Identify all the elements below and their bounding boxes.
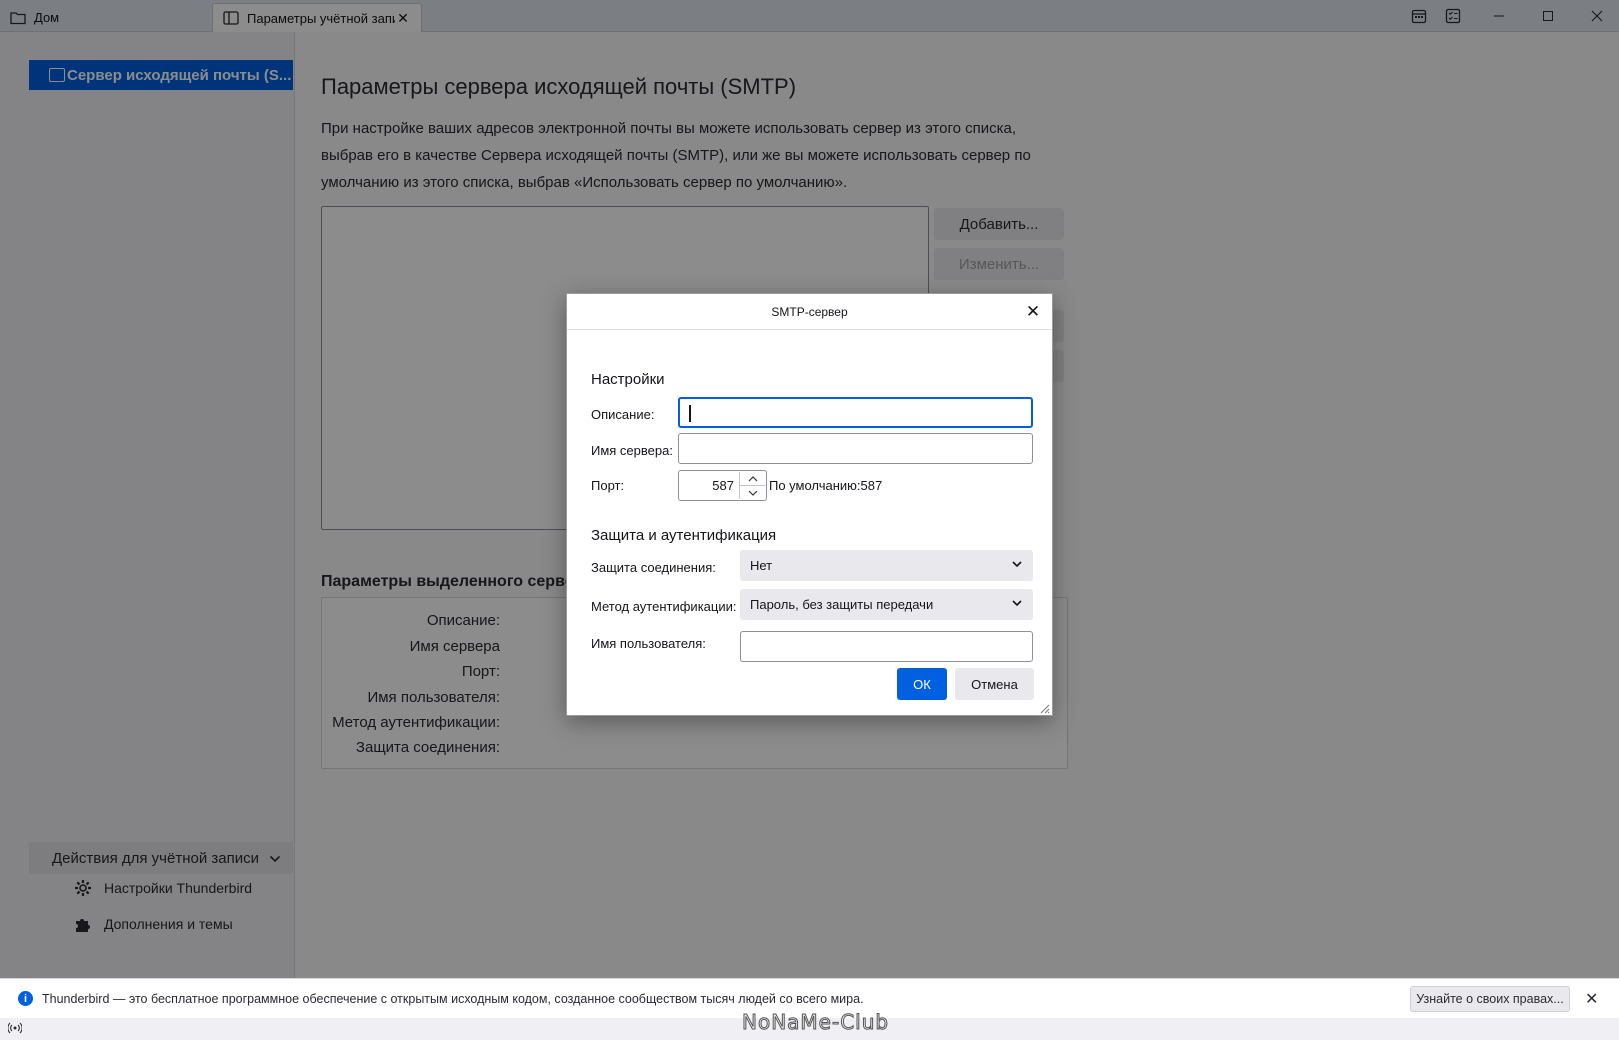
port-label: Порт: — [591, 478, 625, 493]
auth-method-select[interactable]: Пароль, без защиты передачи — [740, 589, 1033, 620]
default-port-text: По умолчанию:587 — [769, 478, 883, 493]
connection-security-label: Защита соединения: — [591, 560, 716, 575]
security-heading: Защита и аутентификация — [591, 527, 777, 544]
port-spin-buttons[interactable] — [739, 472, 765, 499]
connection-status-icon — [7, 1022, 23, 1037]
chevron-down-icon — [1011, 596, 1023, 613]
close-notification-icon[interactable]: ✕ — [1585, 989, 1598, 1009]
auth-method-label: Метод аутентификации: — [591, 599, 737, 614]
connection-security-select[interactable]: Нет — [740, 550, 1033, 581]
server-name-input[interactable] — [678, 433, 1033, 464]
ok-button[interactable]: ОК — [897, 668, 947, 700]
description-input[interactable] — [678, 397, 1033, 428]
chevron-down-icon[interactable] — [740, 485, 765, 499]
cancel-button[interactable]: Отмена — [955, 668, 1034, 700]
dialog-title: SMTP-сервер — [567, 294, 1052, 330]
info-icon: i — [18, 991, 33, 1006]
port-value: 587 — [712, 478, 734, 493]
username-label: Имя пользователя: — [591, 636, 706, 651]
settings-heading: Настройки — [591, 371, 665, 388]
notification-text: Thunderbird — это бесплатное программное… — [42, 991, 864, 1006]
server-name-label: Имя сервера: — [591, 443, 673, 458]
auth-method-value: Пароль, без защиты передачи — [750, 597, 934, 612]
close-dialog-icon[interactable]: ✕ — [1024, 302, 1042, 321]
chevron-down-icon — [1011, 557, 1023, 574]
resize-grip-icon[interactable] — [1038, 701, 1050, 714]
chevron-up-icon[interactable] — [740, 472, 765, 485]
description-label: Описание: — [591, 407, 655, 422]
connection-security-value: Нет — [750, 558, 773, 573]
username-input[interactable] — [740, 631, 1033, 662]
text-caret — [689, 405, 691, 422]
port-stepper[interactable]: 587 — [678, 470, 767, 501]
learn-rights-button[interactable]: Узнайте о своих правах... — [1410, 986, 1570, 1012]
watermark: NoNaMe-Club — [741, 1010, 890, 1035]
smtp-server-dialog: SMTP-сервер ✕ Настройки Описание: Имя се… — [566, 293, 1053, 716]
